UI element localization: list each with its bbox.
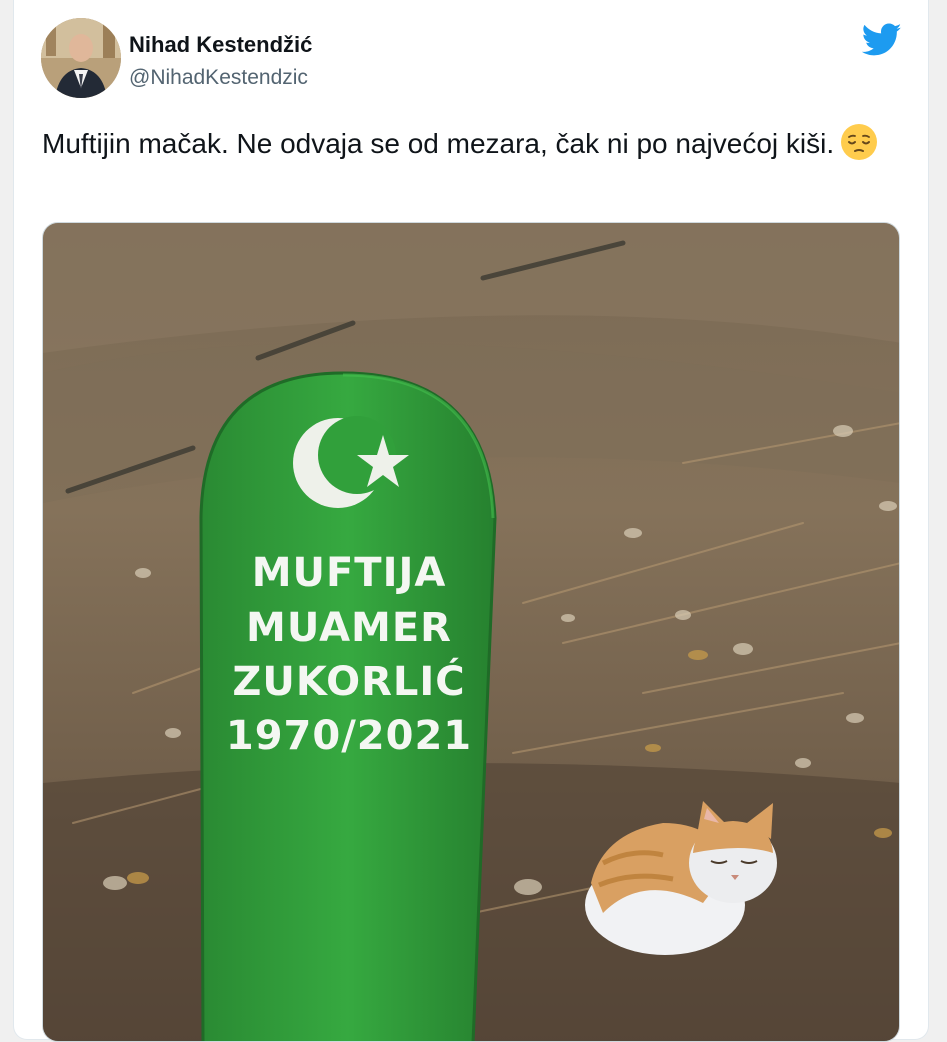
tweet-photo[interactable]: MUFTIJA MUAMER ZUKORLIĆ 1970/2021 (42, 222, 900, 1042)
tweet-text: Muftijin mačak. Ne odvaja se od mezara, … (42, 122, 882, 166)
twitter-bird-icon[interactable] (861, 22, 902, 58)
pensive-face-emoji-icon (840, 123, 878, 161)
author-name[interactable]: Nihad Kestendžić (129, 32, 312, 58)
gravestone-line-4: 1970/2021 (226, 713, 472, 759)
author-avatar[interactable] (41, 18, 121, 98)
gravestone-line-1: MUFTIJA (252, 550, 447, 596)
gravestone-line-2: MUAMER (246, 605, 452, 651)
tweet-card[interactable]: Nihad Kestendžić @NihadKestendzic Muftij… (13, 0, 929, 1042)
author-handle[interactable]: @NihadKestendzic (129, 66, 308, 90)
tweet-text-content: Muftijin mačak. Ne odvaja se od mezara, … (42, 128, 835, 159)
gravestone-line-3: ZUKORLIĆ (232, 657, 465, 705)
